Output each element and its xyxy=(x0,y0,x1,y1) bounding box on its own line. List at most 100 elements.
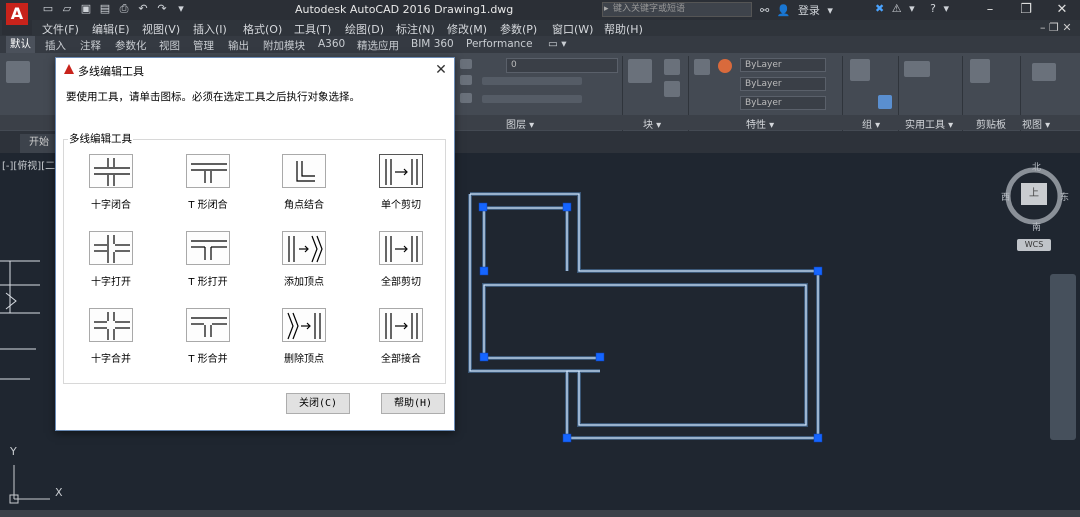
menu-edit[interactable]: 编辑(E) xyxy=(92,21,130,37)
tool-tee-open[interactable]: T 形打开 xyxy=(173,231,245,303)
tool-cut-single[interactable]: 单个剪切 xyxy=(366,154,438,226)
corner-joint-icon[interactable] xyxy=(282,154,326,188)
menu-tools[interactable]: 工具(T) xyxy=(294,21,331,37)
menu-file[interactable]: 文件(F) xyxy=(42,21,79,37)
layer-tool-icon[interactable] xyxy=(460,59,472,69)
layer-tool-icon[interactable] xyxy=(460,93,472,103)
chevron-down-icon[interactable]: ▾ xyxy=(943,2,949,15)
binoculars-icon[interactable]: ⚯ xyxy=(760,4,769,17)
cut-all-icon[interactable] xyxy=(379,231,423,265)
layer-buttons-row[interactable] xyxy=(482,77,582,85)
user-icon[interactable]: 👤 xyxy=(777,4,791,17)
save-icon[interactable]: ▣ xyxy=(78,2,94,16)
menu-insert[interactable]: 插入(I) xyxy=(193,21,227,37)
help-icon[interactable]: ? xyxy=(930,2,936,15)
base-view-icon[interactable] xyxy=(1032,63,1056,81)
weld-all-icon[interactable] xyxy=(379,308,423,342)
add-vertex-icon[interactable] xyxy=(282,231,326,265)
tab-start[interactable]: 开始 xyxy=(20,134,58,153)
tab-addins[interactable]: 附加模块 xyxy=(263,38,305,53)
tool-tee-closed[interactable]: T 形闭合 xyxy=(173,154,245,226)
menu-help[interactable]: 帮助(H) xyxy=(604,21,643,37)
tool-corner-joint[interactable]: 角点结合 xyxy=(269,154,341,226)
login-link[interactable]: 登录 xyxy=(798,2,820,18)
layer-dropdown[interactable]: 0 xyxy=(506,58,618,73)
a360-icon[interactable]: ⚠ xyxy=(892,2,902,15)
help-button[interactable]: 帮助(H) xyxy=(381,393,445,414)
cross-merged-icon[interactable] xyxy=(89,308,133,342)
tab-featured-apps[interactable]: 精选应用 xyxy=(357,38,399,53)
panel-title-view[interactable]: 视图 ▾ xyxy=(1022,116,1050,131)
grip-points[interactable] xyxy=(478,202,823,443)
panel-title-utilities[interactable]: 实用工具 ▾ xyxy=(905,116,953,131)
tab-insert[interactable]: 插入 xyxy=(45,38,66,53)
viewcube-north[interactable]: 北 xyxy=(1032,160,1041,173)
save-as-icon[interactable]: ▤ xyxy=(97,2,113,16)
undo-icon[interactable]: ↶ xyxy=(135,2,151,16)
print-icon[interactable]: ⎙ xyxy=(116,2,132,16)
panel-title-properties[interactable]: 特性 ▾ xyxy=(746,116,774,131)
wcs-menu[interactable]: WCS xyxy=(1017,239,1051,251)
block-tool-icon[interactable] xyxy=(664,81,680,97)
tab-a360[interactable]: A360 xyxy=(318,38,345,50)
tab-performance[interactable]: Performance xyxy=(466,38,533,50)
match-properties-icon[interactable] xyxy=(694,59,710,75)
tab-annotate[interactable]: 注释 xyxy=(80,38,101,53)
viewcube-top-face[interactable]: 上 xyxy=(1021,183,1047,205)
tab-bim360[interactable]: BIM 360 xyxy=(411,38,454,50)
menu-draw[interactable]: 绘图(D) xyxy=(345,21,384,37)
layer-tool-icon[interactable] xyxy=(460,75,472,85)
search-input[interactable]: 键入关键字或短语 xyxy=(602,2,752,17)
cut-single-icon[interactable] xyxy=(379,154,423,188)
paste-icon[interactable] xyxy=(970,59,990,83)
panel-title-groups[interactable]: 组 ▾ xyxy=(862,116,880,131)
tool-cut-all[interactable]: 全部剪切 xyxy=(366,231,438,303)
tee-open-icon[interactable] xyxy=(186,231,230,265)
tab-home[interactable]: 默认 xyxy=(6,36,35,53)
tool-cross-open[interactable]: 十字打开 xyxy=(76,231,148,303)
menu-format[interactable]: 格式(O) xyxy=(243,21,282,37)
viewcube-west[interactable]: 西 xyxy=(1001,190,1010,203)
tab-view[interactable]: 视图 xyxy=(159,38,180,53)
linetype-dropdown[interactable]: ByLayer xyxy=(740,77,826,91)
workspace-icon[interactable]: ▾ xyxy=(173,2,189,16)
color-dropdown[interactable]: ByLayer xyxy=(740,58,826,72)
menu-modify[interactable]: 修改(M) xyxy=(447,21,487,37)
cross-open-icon[interactable] xyxy=(89,231,133,265)
exchange-icon[interactable]: ✖ xyxy=(875,2,884,15)
dialog-title-bar[interactable]: 多线编辑工具 ✕ xyxy=(56,58,454,82)
tee-closed-icon[interactable] xyxy=(186,154,230,188)
tab-manage[interactable]: 管理 xyxy=(193,38,214,53)
viewcube-east[interactable]: 东 xyxy=(1060,190,1069,203)
tool-delete-vertex[interactable]: 删除顶点 xyxy=(269,308,341,380)
group-icon[interactable] xyxy=(850,59,870,81)
multiline-drawing[interactable] xyxy=(468,192,823,443)
menu-dimension[interactable]: 标注(N) xyxy=(396,21,435,37)
cross-closed-icon[interactable] xyxy=(89,154,133,188)
tool-weld-all[interactable]: 全部接合 xyxy=(366,308,438,380)
insert-block-icon[interactable] xyxy=(628,59,652,83)
tab-output[interactable]: 输出 xyxy=(228,38,249,53)
close-icon[interactable]: ✕ xyxy=(430,60,452,80)
redo-icon[interactable]: ↷ xyxy=(154,2,170,16)
measure-icon[interactable] xyxy=(904,61,930,77)
menu-view[interactable]: 视图(V) xyxy=(142,21,180,37)
chevron-down-icon[interactable]: ▾ xyxy=(827,4,833,17)
ribbon-toggle-icon[interactable]: ▭ ▾ xyxy=(548,38,567,50)
close-button[interactable]: 关闭(C) xyxy=(286,393,350,414)
panel-title-clipboard[interactable]: 剪贴板 xyxy=(976,116,1006,131)
tee-merged-icon[interactable] xyxy=(186,308,230,342)
panel-title-block[interactable]: 块 ▾ xyxy=(643,116,661,131)
menu-window[interactable]: 窗口(W) xyxy=(552,21,593,37)
line-tool-icon[interactable] xyxy=(6,61,30,83)
color-wheel-icon[interactable] xyxy=(718,59,732,73)
viewcube-south[interactable]: 南 xyxy=(1032,220,1041,233)
delete-vertex-icon[interactable] xyxy=(282,308,326,342)
chevron-down-icon[interactable]: ▾ xyxy=(909,2,915,15)
tool-cross-merged[interactable]: 十字合并 xyxy=(76,308,148,380)
restore-button[interactable]: ❐ xyxy=(1008,0,1044,20)
panel-title-layers[interactable]: 图层 ▾ xyxy=(506,116,534,131)
tool-tee-merged[interactable]: T 形合并 xyxy=(173,308,245,380)
layer-buttons-row[interactable] xyxy=(482,95,582,103)
minimize-button[interactable]: – xyxy=(972,0,1008,20)
